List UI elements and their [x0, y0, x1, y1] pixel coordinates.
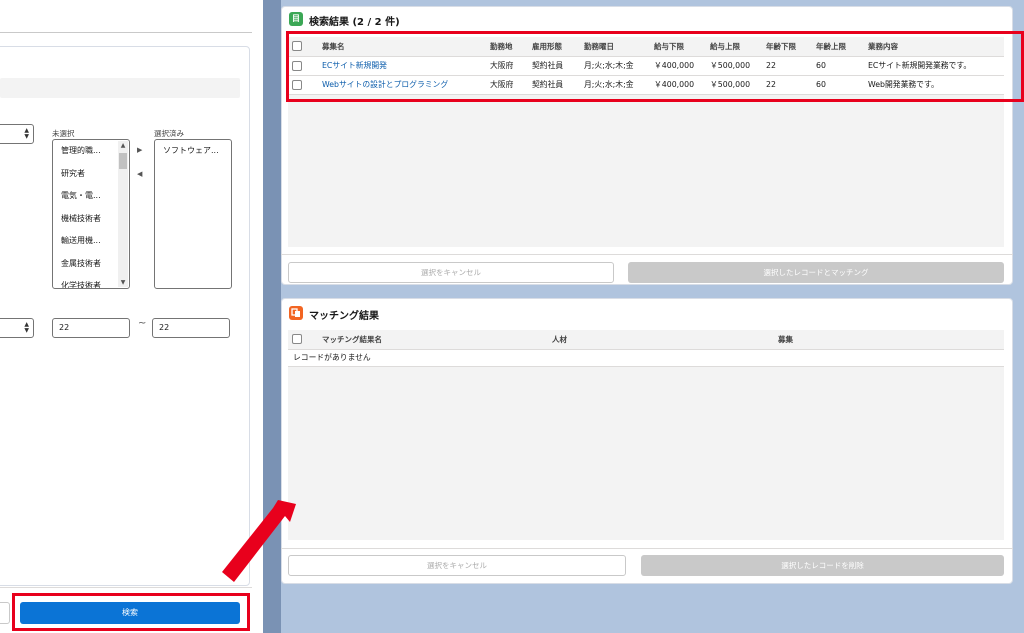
- arrow-annotation-icon: [218, 490, 298, 590]
- unselected-label: 未選択: [52, 129, 75, 138]
- matching-results-table: マッチング結果名 人材 募集: [288, 330, 1004, 350]
- selected-listbox[interactable]: ソフトウェア...: [154, 139, 232, 289]
- column-header[interactable]: 募集: [774, 330, 1004, 350]
- select-all-checkbox[interactable]: [292, 334, 302, 345]
- age-from-input[interactable]: 22: [52, 318, 130, 338]
- unselected-listbox[interactable]: 管理的職... 研究者 電気・電... 機械技術者 輸送用機... 金属技術者 化学技術者 …: [52, 139, 130, 289]
- matching-results-title: マッチング結果: [309, 311, 379, 322]
- clipboard-icon: 目: [289, 12, 303, 26]
- age-to-input[interactable]: 22: [152, 318, 230, 338]
- picklist-select[interactable]: ▲ ▼: [0, 124, 34, 144]
- column-header[interactable]: マッチング結果名: [318, 330, 548, 350]
- delete-selected-button[interactable]: 選択したレコードを削除: [641, 555, 1004, 576]
- triangle-right-icon[interactable]: ▶: [137, 146, 142, 154]
- section-header-bar: [0, 78, 240, 98]
- age-condition-select[interactable]: ▲ ▼: [0, 318, 34, 338]
- listbox-option[interactable]: ソフトウェア...: [155, 140, 231, 163]
- matching-icon: [289, 306, 303, 320]
- cancel-selection-button[interactable]: 選択をキャンセル: [288, 262, 614, 283]
- secondary-button[interactable]: [0, 602, 10, 624]
- select-arrows-icon: ▲ ▼: [24, 127, 29, 140]
- scroll-down-icon[interactable]: ▼: [119, 279, 127, 286]
- matching-empty-area: [288, 367, 1004, 540]
- highlight-box-results: [286, 31, 1024, 102]
- search-results-title: 検索結果 (2 / 2 件): [309, 17, 400, 28]
- card-footer-divider: [281, 254, 1013, 255]
- empty-message: レコードがありません: [293, 353, 371, 362]
- results-empty-area: [288, 95, 1004, 247]
- select-all-header: [288, 330, 318, 350]
- header-divider: [0, 32, 252, 33]
- footer-divider: [0, 587, 252, 588]
- selected-label: 選択済み: [154, 129, 184, 138]
- cancel-selection-button[interactable]: 選択をキャンセル: [288, 555, 626, 576]
- listbox-scrollbar[interactable]: ▲ ▼: [118, 141, 128, 287]
- highlight-box-search: [12, 593, 250, 631]
- search-form-card: [0, 46, 250, 586]
- range-separator: ~: [138, 318, 147, 329]
- scroll-thumb[interactable]: [119, 153, 127, 169]
- triangle-left-icon[interactable]: ◀: [137, 170, 142, 178]
- match-selected-button[interactable]: 選択したレコードとマッチング: [628, 262, 1004, 283]
- scroll-up-icon[interactable]: ▲: [119, 142, 127, 149]
- column-header[interactable]: 人材: [548, 330, 774, 350]
- select-arrows-icon: ▲ ▼: [24, 321, 29, 334]
- card-footer-divider: [281, 548, 1013, 549]
